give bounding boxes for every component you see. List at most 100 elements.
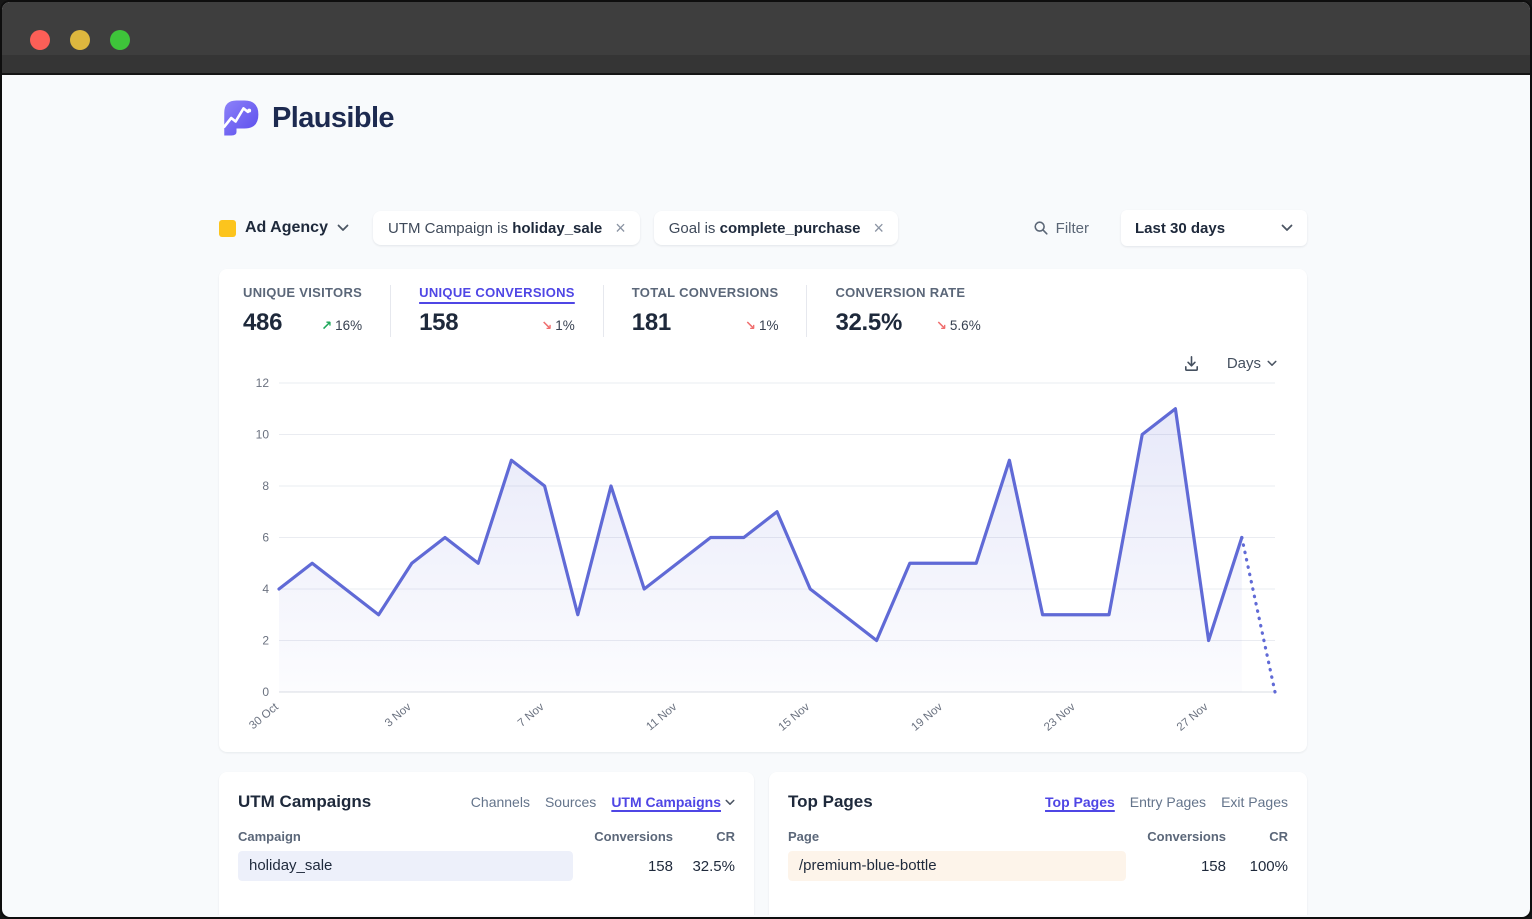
minimize-button[interactable]	[70, 30, 90, 50]
site-favicon-icon	[219, 220, 236, 237]
card-tabs: Top Pages Entry Pages Exit Pages	[1045, 794, 1288, 810]
svg-text:7 Nov: 7 Nov	[516, 701, 547, 730]
metric-value: 158	[419, 309, 458, 337]
remove-filter-button[interactable]: ×	[613, 219, 628, 237]
row-conversions: 158	[1126, 858, 1226, 875]
window-tabstrip	[2, 55, 1530, 75]
traffic-lights	[30, 30, 130, 50]
metric-stat[interactable]: CONVERSION RATE 32.5% ↘5.6%	[806, 285, 1008, 337]
filter-button-label: Filter	[1056, 220, 1089, 237]
remove-filter-button[interactable]: ×	[872, 219, 887, 237]
date-range-select[interactable]: Last 30 days	[1121, 210, 1307, 246]
metric-delta: ↘1%	[745, 318, 778, 334]
filter-pill-text: Goal is complete_purchase	[669, 220, 861, 237]
chevron-down-icon	[337, 224, 349, 232]
filter-pill[interactable]: Goal is complete_purchase ×	[654, 211, 898, 245]
svg-text:2: 2	[262, 634, 269, 648]
svg-text:3 Nov: 3 Nov	[383, 701, 414, 730]
metric-label: UNIQUE CONVERSIONS	[419, 285, 575, 300]
filter-button[interactable]: Filter	[1027, 219, 1095, 238]
trend-arrow-icon: ↘	[936, 318, 947, 333]
metric-label: CONVERSION RATE	[835, 285, 980, 300]
table-row[interactable]: holiday_sale 158 32.5%	[238, 851, 735, 881]
column-cr: CR	[673, 829, 735, 844]
chevron-down-icon	[1281, 224, 1293, 232]
chevron-down-icon	[725, 799, 735, 806]
filter-toolbar: Ad Agency UTM Campaign is holiday_sale ×…	[219, 210, 1307, 246]
row-cr: 32.5%	[673, 858, 735, 875]
chart-toolbar: Days	[243, 351, 1283, 375]
card-tab[interactable]: UTM Campaigns	[611, 794, 735, 810]
card-tab[interactable]: Top Pages	[1045, 794, 1115, 810]
metric-delta: ↘1%	[541, 318, 574, 334]
card-title: UTM Campaigns	[238, 792, 371, 812]
plausible-logo: Plausible	[219, 97, 1307, 139]
download-button[interactable]	[1182, 354, 1201, 373]
row-conversions: 158	[573, 858, 673, 875]
metric-delta: ↗16%	[321, 318, 362, 334]
svg-text:8: 8	[262, 479, 269, 493]
svg-text:4: 4	[262, 582, 269, 596]
metric-value: 486	[243, 309, 282, 337]
conversions-line-chart[interactable]: 0 2 4 6 8 10 12 30 Oct 3 Nov 7 Nov 11 Nov 15 Nov 19 …	[243, 377, 1283, 735]
window-titlebar	[2, 2, 1530, 55]
site-name: Ad Agency	[245, 219, 328, 237]
browser-window: Plausible Ad Agency UTM Campaign is holi…	[0, 0, 1532, 919]
card-tabs: Channels Sources UTM Campaigns	[471, 794, 735, 810]
column-conversions: Conversions	[573, 829, 673, 844]
utm-campaigns-card: UTM Campaigns Channels Sources UTM Campa…	[219, 772, 754, 915]
plausible-logo-icon	[219, 97, 261, 139]
interval-value: Days	[1227, 355, 1261, 372]
svg-text:15 Nov: 15 Nov	[777, 701, 813, 734]
svg-text:6: 6	[262, 531, 269, 545]
table-row[interactable]: /premium-blue-bottle 158 100%	[788, 851, 1288, 881]
metric-label: UNIQUE VISITORS	[243, 285, 362, 300]
column-cr: CR	[1226, 829, 1288, 844]
card-title: Top Pages	[788, 792, 873, 812]
column-name: Campaign	[238, 829, 573, 844]
zoom-button[interactable]	[110, 30, 130, 50]
chevron-down-icon	[1267, 360, 1277, 367]
metric-value: 32.5%	[835, 309, 902, 337]
svg-text:23 Nov: 23 Nov	[1042, 701, 1078, 734]
card-tab[interactable]: Sources	[545, 794, 596, 810]
row-label: holiday_sale	[238, 857, 332, 874]
dashboard-page: Plausible Ad Agency UTM Campaign is holi…	[2, 75, 1530, 915]
filter-pill-text: UTM Campaign is holiday_sale	[388, 220, 602, 237]
metric-stat[interactable]: TOTAL CONVERSIONS 181 ↘1%	[603, 285, 807, 337]
table-header: Page Conversions CR	[788, 829, 1288, 844]
svg-text:11 Nov: 11 Nov	[644, 701, 679, 733]
row-cr: 100%	[1226, 858, 1288, 875]
card-tab[interactable]: Exit Pages	[1221, 794, 1288, 810]
table-body: /premium-blue-bottle 158 100%	[788, 851, 1288, 881]
metric-label: TOTAL CONVERSIONS	[632, 285, 779, 300]
trend-arrow-icon: ↘	[745, 318, 756, 333]
row-label: /premium-blue-bottle	[788, 857, 937, 874]
trend-arrow-icon: ↗	[321, 318, 332, 333]
metric-delta: ↘5.6%	[936, 318, 981, 334]
top-pages-card: Top Pages Top Pages Entry Pages Exit Pag…	[769, 772, 1307, 915]
svg-text:19 Nov: 19 Nov	[909, 701, 945, 734]
metric-stat[interactable]: UNIQUE CONVERSIONS 158 ↘1%	[390, 285, 603, 337]
close-button[interactable]	[30, 30, 50, 50]
svg-text:10: 10	[256, 428, 270, 442]
metric-stat[interactable]: UNIQUE VISITORS 486 ↗16%	[243, 285, 390, 337]
filter-pill[interactable]: UTM Campaign is holiday_sale ×	[373, 211, 640, 245]
interval-select[interactable]: Days	[1221, 354, 1283, 373]
svg-text:27 Nov: 27 Nov	[1175, 701, 1211, 734]
card-tab[interactable]: Channels	[471, 794, 530, 810]
column-conversions: Conversions	[1126, 829, 1226, 844]
download-icon	[1182, 354, 1201, 373]
search-icon	[1033, 220, 1049, 236]
trend-arrow-icon: ↘	[541, 318, 552, 333]
brand-wordmark: Plausible	[272, 102, 394, 135]
card-tab[interactable]: Entry Pages	[1130, 794, 1206, 810]
site-selector[interactable]: Ad Agency	[219, 219, 349, 237]
svg-text:0: 0	[262, 685, 269, 699]
column-name: Page	[788, 829, 1126, 844]
top-stats: UNIQUE VISITORS 486 ↗16% UNIQUE CONVERSI…	[243, 285, 1283, 337]
svg-text:12: 12	[256, 376, 270, 390]
svg-text:30 Oct: 30 Oct	[247, 701, 281, 732]
table-header: Campaign Conversions CR	[238, 829, 735, 844]
table-body: holiday_sale 158 32.5%	[238, 851, 735, 881]
